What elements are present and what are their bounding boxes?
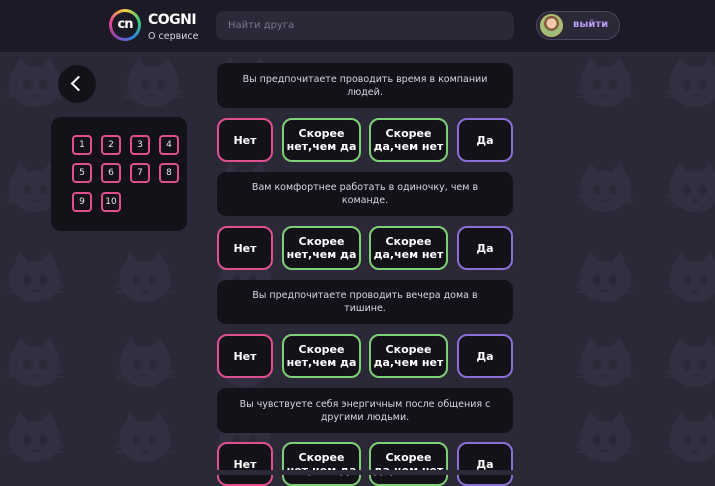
cat-head-icon [575,162,635,212]
question-nav-9[interactable]: 9 [72,192,92,212]
cat-head-icon [575,252,635,302]
answer-rather-yes-button[interactable]: Скорее да,чем нет [369,226,448,270]
cat-head-icon [5,252,65,302]
cat-head-icon [115,252,175,302]
answer-rather-yes-button[interactable]: Скорее да,чем нет [369,334,448,378]
answer-rather-no-button[interactable]: Скорее нет,чем да [282,334,361,378]
question-nav-4[interactable]: 4 [159,135,179,155]
answer-no-button[interactable]: Нет [217,118,273,162]
cat-head-icon [115,412,175,462]
about-link[interactable]: О сервисе [148,31,198,42]
cat-head-icon [575,412,635,462]
question-card: Вам комфортнее работать в одиночку, чем … [217,172,513,216]
brand-name: COGNI [148,12,197,28]
logo-text: cn [112,12,138,38]
answer-rather-no-button[interactable]: Скорее нет,чем да [282,226,361,270]
cat-head-icon [575,337,635,387]
page-bottom-edge [0,470,715,475]
cat-head-icon [665,162,715,212]
cat-head-icon [5,337,65,387]
question-nav-8[interactable]: 8 [159,163,179,183]
question-card: Вы чувствуете себя энергичным после обще… [217,388,513,433]
logo[interactable]: cn [109,9,141,41]
answer-rather-yes-button[interactable]: Скорее да,чем нет [369,118,448,162]
question-nav-panel: 1 2 3 4 5 6 7 8 9 10 [51,117,187,231]
top-bar: cn COGNI О сервисе выйти [0,0,715,52]
question-card: Вы предпочитаете проводить вечера дома в… [217,280,513,324]
answer-yes-button[interactable]: Да [457,334,513,378]
question-nav-5[interactable]: 5 [72,163,92,183]
cat-head-icon [575,57,635,107]
cat-head-icon [665,252,715,302]
logout-label: выйти [573,19,609,30]
cat-head-icon [123,57,183,107]
answer-yes-button[interactable]: Да [457,226,513,270]
question-nav-10[interactable]: 10 [101,192,121,212]
question-nav-3[interactable]: 3 [130,135,150,155]
cat-head-icon [665,337,715,387]
cat-head-icon [665,57,715,107]
avatar [540,14,563,37]
cat-head-icon [5,412,65,462]
answer-rather-no-button[interactable]: Скорее нет,чем да [282,118,361,162]
answer-no-button[interactable]: Нет [217,442,273,486]
cat-head-icon [665,412,715,462]
answer-yes-button[interactable]: Да [457,442,513,486]
question-nav-1[interactable]: 1 [72,135,92,155]
back-button[interactable] [58,65,96,103]
question-nav-7[interactable]: 7 [130,163,150,183]
answer-rather-no-button[interactable]: Скорее нет,чем да [282,442,361,486]
answer-rather-yes-button[interactable]: Скорее да,чем нет [369,442,448,486]
answer-no-button[interactable]: Нет [217,334,273,378]
chevron-left-icon [70,75,87,92]
question-nav-2[interactable]: 2 [101,135,121,155]
question-nav-6[interactable]: 6 [101,163,121,183]
answer-yes-button[interactable]: Да [457,118,513,162]
question-card: Вы предпочитаете проводить время в компа… [217,63,513,108]
logout-button[interactable]: выйти [536,11,620,40]
cat-head-icon [115,337,175,387]
search-input[interactable] [216,11,514,40]
answer-no-button[interactable]: Нет [217,226,273,270]
